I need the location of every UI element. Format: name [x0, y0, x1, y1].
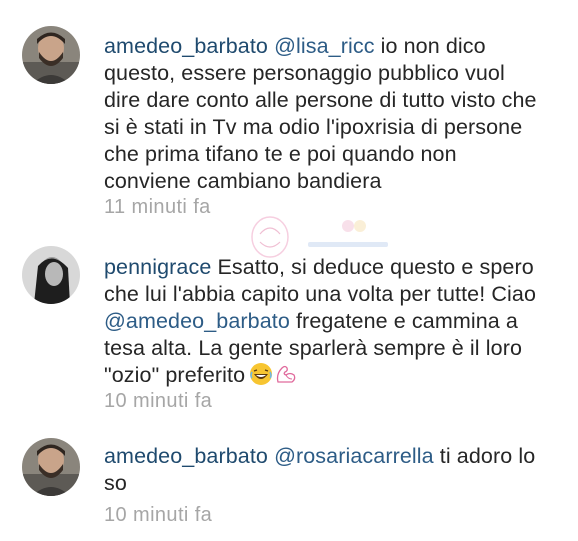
comment-mention[interactable]: @lisa_ricc — [274, 34, 374, 58]
avatar[interactable] — [22, 246, 80, 304]
comment-mention[interactable]: @amedeo_barbato — [104, 309, 290, 333]
avatar[interactable] — [22, 26, 80, 84]
comment-timestamp: 11 minuti fa — [104, 196, 211, 218]
comment-mention[interactable]: @rosariacarrella — [274, 444, 434, 468]
comment-text: pennigrace Esatto, si deduce questo e sp… — [104, 254, 544, 389]
laughing-emoji-icon — [250, 363, 273, 385]
comment-username[interactable]: amedeo_barbato — [104, 34, 268, 58]
avatar[interactable] — [22, 438, 80, 496]
comment-timestamp: 10 minuti fa — [104, 504, 213, 526]
comment-username[interactable]: pennigrace — [104, 255, 211, 279]
comment-timestamp: 10 minuti fa — [104, 390, 213, 412]
comment-username[interactable]: amedeo_barbato — [104, 444, 268, 468]
comment-text: amedeo_barbato @lisa_ricc io non dico qu… — [104, 33, 544, 195]
flexed-biceps-icon — [277, 365, 296, 383]
comment-text: amedeo_barbato @rosariacarrella ti adoro… — [104, 443, 544, 497]
